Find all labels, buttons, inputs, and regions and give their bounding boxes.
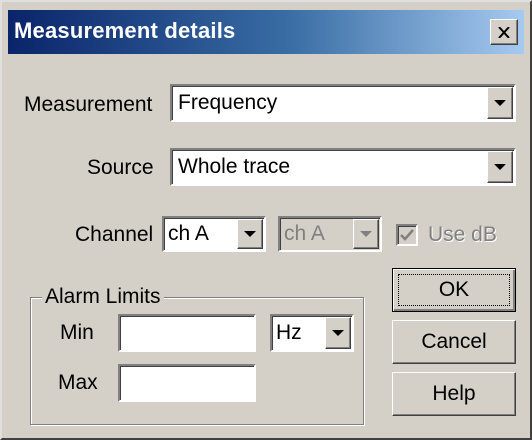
source-value: Whole trace [178,155,291,178]
measurement-dropdown-button[interactable] [487,87,513,119]
max-label: Max [58,371,98,394]
ok-button[interactable]: OK [392,268,516,312]
measurement-label: Measurement [24,93,153,116]
channel-secondary-dropdown-button [353,219,379,249]
channel-dropdown-button[interactable] [237,219,263,249]
measurement-select[interactable]: Frequency [170,84,516,122]
checkmark-icon [400,229,414,241]
channel-secondary-select: ch A [278,216,382,252]
chevron-down-icon [360,231,372,237]
window-title: Measurement details [14,18,236,43]
min-label: Min [60,321,94,344]
min-input[interactable] [118,314,256,352]
channel-select[interactable]: ch A [162,216,266,252]
max-input[interactable] [118,364,256,402]
focus-rect [398,274,510,306]
use-db-checkbox[interactable] [396,224,418,246]
channel-secondary-value: ch A [284,222,325,245]
chevron-down-icon [244,231,256,237]
channel-label: Channel [75,223,154,246]
cancel-button[interactable]: Cancel [392,320,516,364]
measurement-value: Frequency [178,91,278,114]
channel-value: ch A [168,222,209,245]
chevron-down-icon [332,330,344,336]
chevron-down-icon [494,100,506,106]
help-button[interactable]: Help [392,372,516,416]
unit-dropdown-button[interactable] [325,317,351,349]
chevron-down-icon [494,164,506,170]
unit-select[interactable]: Hz [270,314,354,352]
unit-value: Hz [276,321,302,344]
source-dropdown-button[interactable] [487,151,513,183]
close-button[interactable] [490,19,518,45]
title-bar: Measurement details [8,10,524,54]
cancel-button-label: Cancel [421,330,487,353]
source-select[interactable]: Whole trace [170,148,516,186]
measurement-details-dialog: Measurement details Measurement Frequenc… [0,0,532,440]
source-label: Source [87,156,154,179]
use-db-label: Use dB [428,223,497,246]
help-button-label: Help [432,382,476,405]
alarm-limits-title: Alarm Limits [42,285,164,309]
close-icon [498,26,510,38]
